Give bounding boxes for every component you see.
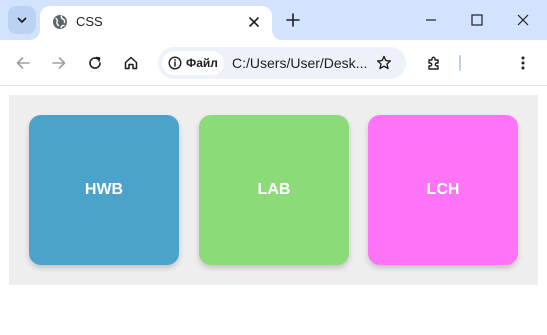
reload-button[interactable] (82, 50, 108, 76)
maximize-icon (471, 14, 483, 26)
back-button[interactable] (10, 50, 36, 76)
extensions-button[interactable] (421, 50, 447, 76)
home-button[interactable] (118, 50, 144, 76)
address-bar[interactable]: Файл C:/Users/User/Desk... (158, 47, 406, 79)
menu-button[interactable] (510, 50, 536, 76)
color-box-label: LCH (426, 181, 460, 198)
color-box-hwb: HWB (29, 115, 179, 265)
more-vertical-icon (521, 56, 525, 70)
bookmark-button[interactable] (372, 51, 396, 75)
color-box-lab: LAB (199, 115, 349, 265)
maximize-button[interactable] (454, 0, 500, 40)
tab-active[interactable]: CSS (40, 6, 272, 40)
tab-close-button[interactable] (244, 12, 264, 32)
url-text[interactable]: C:/Users/User/Desk... (232, 55, 367, 71)
arrow-right-icon (52, 57, 66, 69)
toolbar-divider (459, 55, 461, 71)
site-chip-label: Файл (186, 56, 218, 70)
color-box-label: LAB (257, 181, 291, 198)
puzzle-icon (428, 56, 439, 70)
info-icon (168, 56, 182, 70)
color-demo-container: HWB LAB LCH (9, 95, 538, 285)
star-icon (377, 55, 391, 70)
plus-icon (286, 13, 300, 27)
forward-button[interactable] (46, 50, 72, 76)
home-icon (124, 56, 138, 70)
arrow-left-icon (16, 57, 30, 69)
close-icon (517, 14, 529, 26)
color-box-lch: LCH (368, 115, 518, 265)
browser-toolbar: Файл C:/Users/User/Desk... (0, 40, 547, 86)
color-box-label: HWB (84, 181, 124, 198)
window-close-button[interactable] (500, 0, 546, 40)
new-tab-button[interactable] (281, 8, 305, 32)
tab-title: CSS (76, 14, 103, 29)
close-icon (249, 17, 259, 27)
site-info-chip[interactable]: Файл (162, 51, 224, 75)
reload-icon (89, 56, 101, 69)
minimize-icon (426, 19, 436, 21)
chevron-down-icon (17, 17, 27, 23)
globe-icon (53, 15, 67, 29)
page-viewport: HWB LAB LCH (0, 87, 547, 335)
minimize-button[interactable] (408, 0, 454, 40)
tab-strip: CSS (0, 0, 547, 40)
